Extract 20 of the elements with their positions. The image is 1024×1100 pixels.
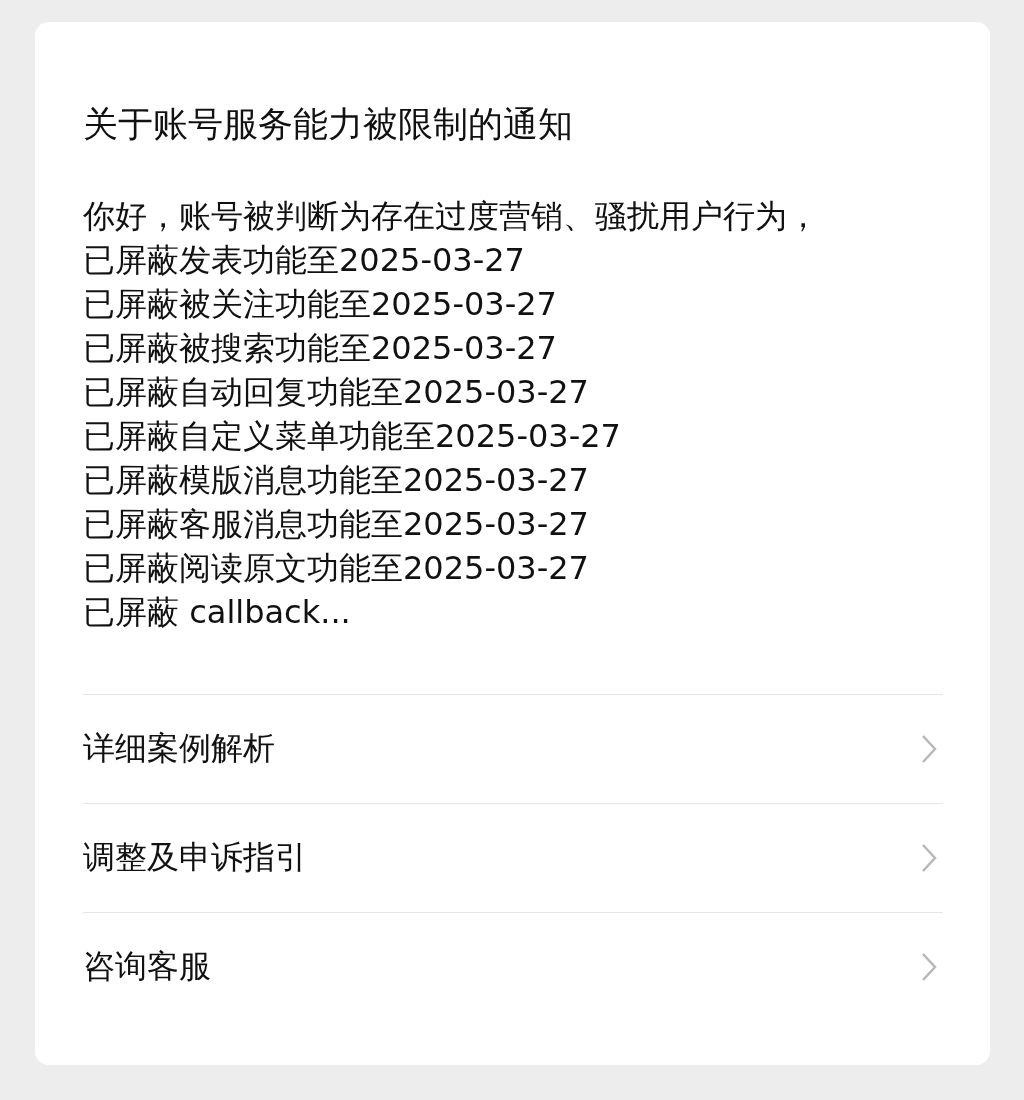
menu-item[interactable]: 咨询客服 <box>83 912 943 1021</box>
menu-item[interactable]: 调整及申诉指引 <box>83 803 943 912</box>
notice-title: 关于账号服务能力被限制的通知 <box>83 103 574 146</box>
notice-text: 已屏蔽 callback... <box>83 592 352 633</box>
chevron-right-icon <box>921 843 937 873</box>
menu-item-label: 咨询客服 <box>83 946 211 987</box>
menu-item-label: 调整及申诉指引 <box>83 837 307 878</box>
notice-text: 已屏蔽模版消息功能至2025-03-27 <box>83 460 590 501</box>
notice-text: 已屏蔽发表功能至2025-03-27 <box>83 240 526 281</box>
notice-text: 已屏蔽阅读原文功能至2025-03-27 <box>83 548 590 589</box>
notice-text: 已屏蔽被关注功能至2025-03-27 <box>83 284 558 325</box>
chevron-right-icon <box>921 734 937 764</box>
notice-text: 已屏蔽被搜索功能至2025-03-27 <box>83 328 558 369</box>
notice-text: 已屏蔽客服消息功能至2025-03-27 <box>83 504 590 545</box>
notice-text: 已屏蔽自定义菜单功能至2025-03-27 <box>83 416 622 457</box>
menu-item-label: 详细案例解析 <box>83 728 275 769</box>
chevron-right-icon <box>921 952 937 982</box>
notice-text: 你好，账号被判断为存在过度营销、骚扰用户行为， <box>83 196 820 237</box>
notice-text: 已屏蔽自动回复功能至2025-03-27 <box>83 372 590 413</box>
menu-item[interactable]: 详细案例解析 <box>83 694 943 803</box>
